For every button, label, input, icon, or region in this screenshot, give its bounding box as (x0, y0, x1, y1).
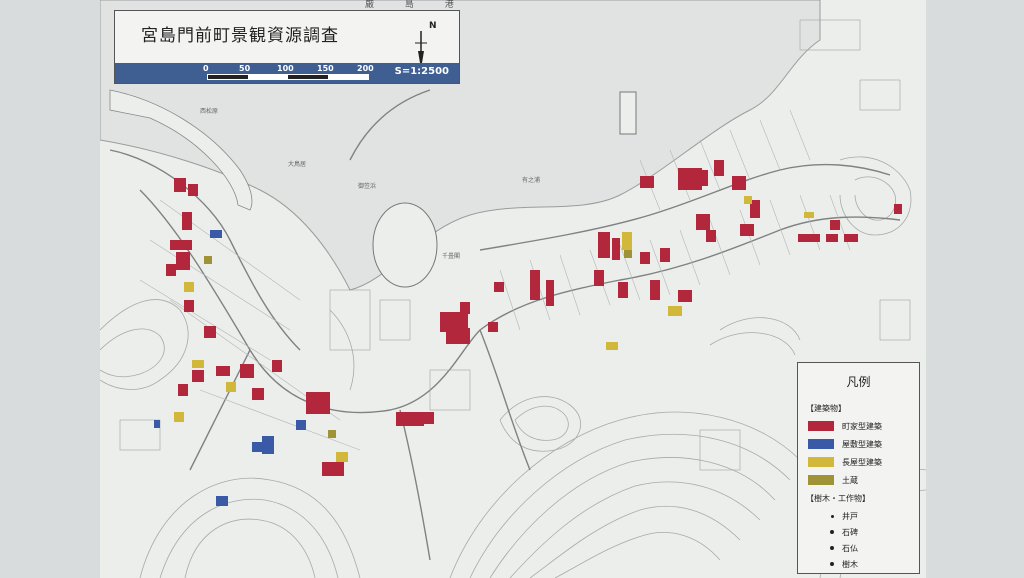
label-arinoura: 有之浦 (522, 176, 540, 184)
north-arrow-icon (415, 31, 427, 69)
legend-swatch (808, 475, 834, 485)
legend-swatch (808, 457, 834, 467)
label-nishimatsubara: 西松原 (200, 107, 218, 115)
legend-swatch (808, 439, 834, 449)
map-title: 宮島門前町景観資源調査 (141, 26, 339, 46)
port-label: 厳 島 港 (365, 0, 468, 10)
map-sheet: 西松原 大鳥居 御笠浜 有之浦 千畳閣 厳 島 港 宮島門前町景観資源調査 N … (100, 0, 926, 578)
jetty (619, 91, 637, 135)
legend-item-stone-monument: 石碑 (808, 525, 918, 539)
north-label: N (429, 21, 437, 31)
legend-trees-heading: 【樹木・工作物】 (806, 494, 870, 503)
stone-monument-icon (830, 530, 834, 534)
scale-tick-50: 50 (239, 64, 251, 73)
legend-item-nagaya: 長屋型建築 (808, 455, 918, 469)
label-mikasahama: 御笠浜 (358, 182, 376, 190)
legend-buildings-heading: 【建築物】 (806, 404, 846, 413)
legend-item-dozo: 土蔵 (808, 473, 918, 487)
legend-item-machiya: 町家型建築 (808, 419, 918, 433)
scale-strip: 0 50 100 150 200 S=1:2500 (115, 63, 459, 83)
legend-box: 凡例 【建築物】 町家型建築 屋敷型建築 長屋型建築 土蔵 【樹木・工作物】 井… (797, 362, 920, 574)
legend-label: 土蔵 (842, 476, 858, 485)
legend-item-well: 井戸 (808, 509, 918, 523)
legend-label: 樹木 (842, 560, 858, 569)
tree-icon (830, 562, 834, 566)
promontory (372, 202, 438, 288)
stone-buddha-icon (830, 546, 834, 550)
title-box: 宮島門前町景観資源調査 N 0 50 100 150 200 S=1:2500 (114, 10, 460, 84)
legend-label: 井戸 (842, 512, 858, 521)
scale-tick-0: 0 (203, 64, 209, 73)
legend-item-tree: 樹木 (808, 557, 918, 571)
legend-label: 町家型建築 (842, 422, 882, 431)
well-icon (831, 515, 834, 518)
legend-title: 凡例 (846, 375, 871, 389)
label-senjokaku: 千畳閣 (442, 252, 460, 260)
legend-label: 石仏 (842, 544, 858, 553)
legend-item-stone-buddha: 石仏 (808, 541, 918, 555)
legend-label: 屋敷型建築 (842, 440, 882, 449)
label-otorii: 大鳥居 (288, 160, 306, 168)
legend-item-yashiki: 屋敷型建築 (808, 437, 918, 451)
scale-tick-200: 200 (357, 64, 374, 73)
scale-tick-150: 150 (317, 64, 334, 73)
scale-tick-100: 100 (277, 64, 294, 73)
scale-segment (288, 75, 328, 79)
legend-swatch (808, 421, 834, 431)
scale-segment (208, 75, 248, 79)
scale-ratio: S=1:2500 (394, 66, 449, 77)
legend-label: 長屋型建築 (842, 458, 882, 467)
legend-label: 石碑 (842, 528, 858, 537)
scale-bar (207, 74, 369, 80)
